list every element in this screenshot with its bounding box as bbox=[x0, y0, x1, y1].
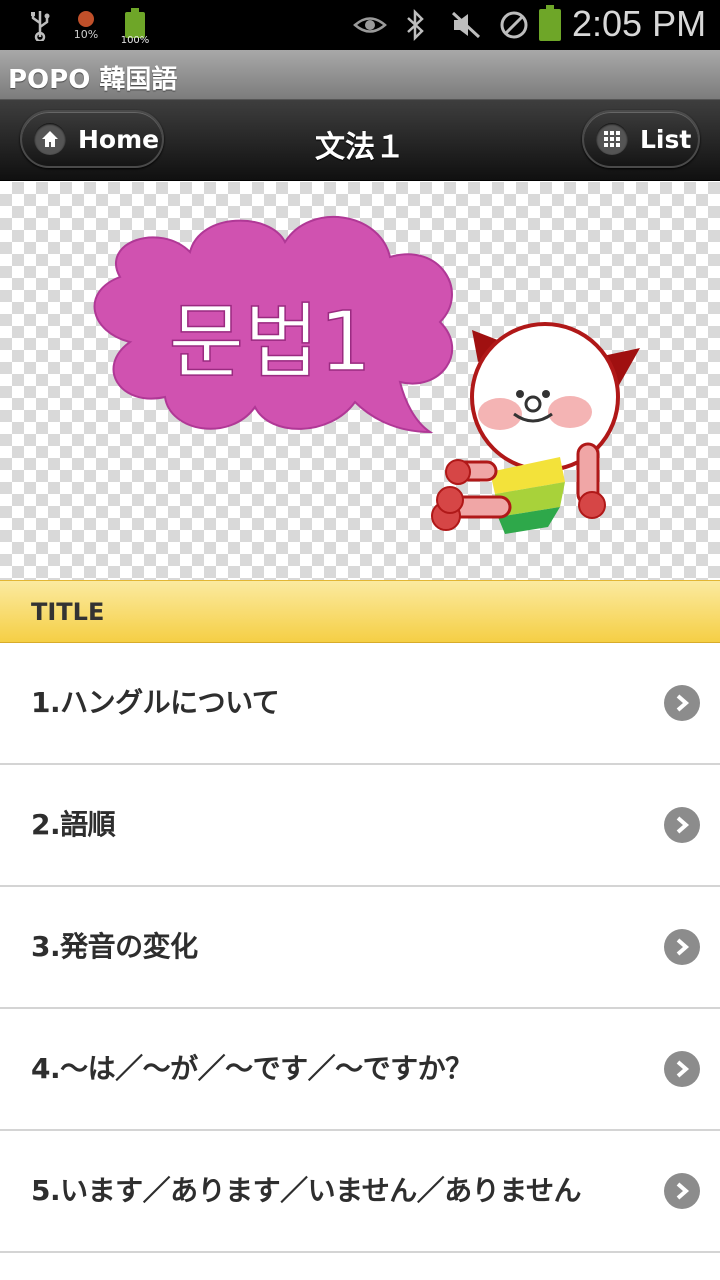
list-item[interactable]: 5.います／あります／いません／ありません bbox=[0, 1131, 720, 1253]
battery-icon bbox=[536, 5, 564, 42]
list-divider-label: TITLE bbox=[31, 598, 105, 626]
list-item[interactable]: 4.〜は／〜が／〜です／〜ですか？ bbox=[0, 1009, 720, 1131]
app-title-bar: POPO 韓国語 bbox=[0, 50, 720, 100]
battery-small-percent: 100% bbox=[120, 35, 150, 46]
chevron-right-icon bbox=[664, 929, 700, 965]
list-item-label: 3.発音の変化 bbox=[31, 930, 198, 963]
banner-image: 문법1 bbox=[0, 182, 720, 580]
eye-icon bbox=[352, 8, 388, 42]
home-icon bbox=[34, 123, 66, 155]
chevron-right-icon bbox=[664, 807, 700, 843]
chevron-right-icon bbox=[664, 1051, 700, 1087]
usb-icon bbox=[26, 8, 54, 42]
chevron-right-icon bbox=[664, 1173, 700, 1209]
bluetooth-icon bbox=[400, 8, 430, 42]
list-item-label: 5.います／あります／いません／ありません bbox=[31, 1174, 581, 1207]
grid-icon bbox=[596, 123, 628, 155]
status-bar: 10% 100% 2:05 PM bbox=[0, 0, 720, 50]
mascot-character bbox=[431, 322, 640, 534]
battery-full-icon: 100% bbox=[118, 8, 152, 46]
list-item-label: 1.ハングルについて bbox=[31, 686, 280, 719]
list-button-label: List bbox=[640, 124, 692, 154]
weather-percent: 10% bbox=[73, 28, 99, 41]
list-item-label: 4.〜は／〜が／〜です／〜ですか？ bbox=[31, 1052, 473, 1085]
app-title: POPO 韓国語 bbox=[8, 65, 178, 95]
status-time: 2:05 PM bbox=[572, 3, 707, 44]
mute-icon bbox=[448, 8, 484, 42]
list-divider: TITLE bbox=[0, 580, 720, 643]
home-button[interactable]: Home bbox=[20, 110, 164, 168]
list-item[interactable]: 3.発音の変化 bbox=[0, 887, 720, 1009]
weather-icon: 10% bbox=[68, 8, 104, 42]
chevron-right-icon bbox=[664, 685, 700, 721]
header-toolbar: Home 文法１ List bbox=[0, 100, 720, 181]
speech-cloud: 문법1 bbox=[93, 216, 454, 434]
blocked-icon bbox=[496, 8, 532, 42]
list-item-label: 2.語順 bbox=[31, 808, 116, 841]
list-item[interactable]: 1.ハングルについて bbox=[0, 643, 720, 765]
list-item[interactable]: 2.語順 bbox=[0, 765, 720, 887]
list-button[interactable]: List bbox=[582, 110, 700, 168]
lesson-list: 1.ハングルについて 2.語順 3.発音の変化 4.〜は／〜が／〜です／〜ですか… bbox=[0, 643, 720, 1253]
home-button-label: Home bbox=[78, 124, 160, 154]
banner-text: 문법1 bbox=[168, 295, 371, 390]
